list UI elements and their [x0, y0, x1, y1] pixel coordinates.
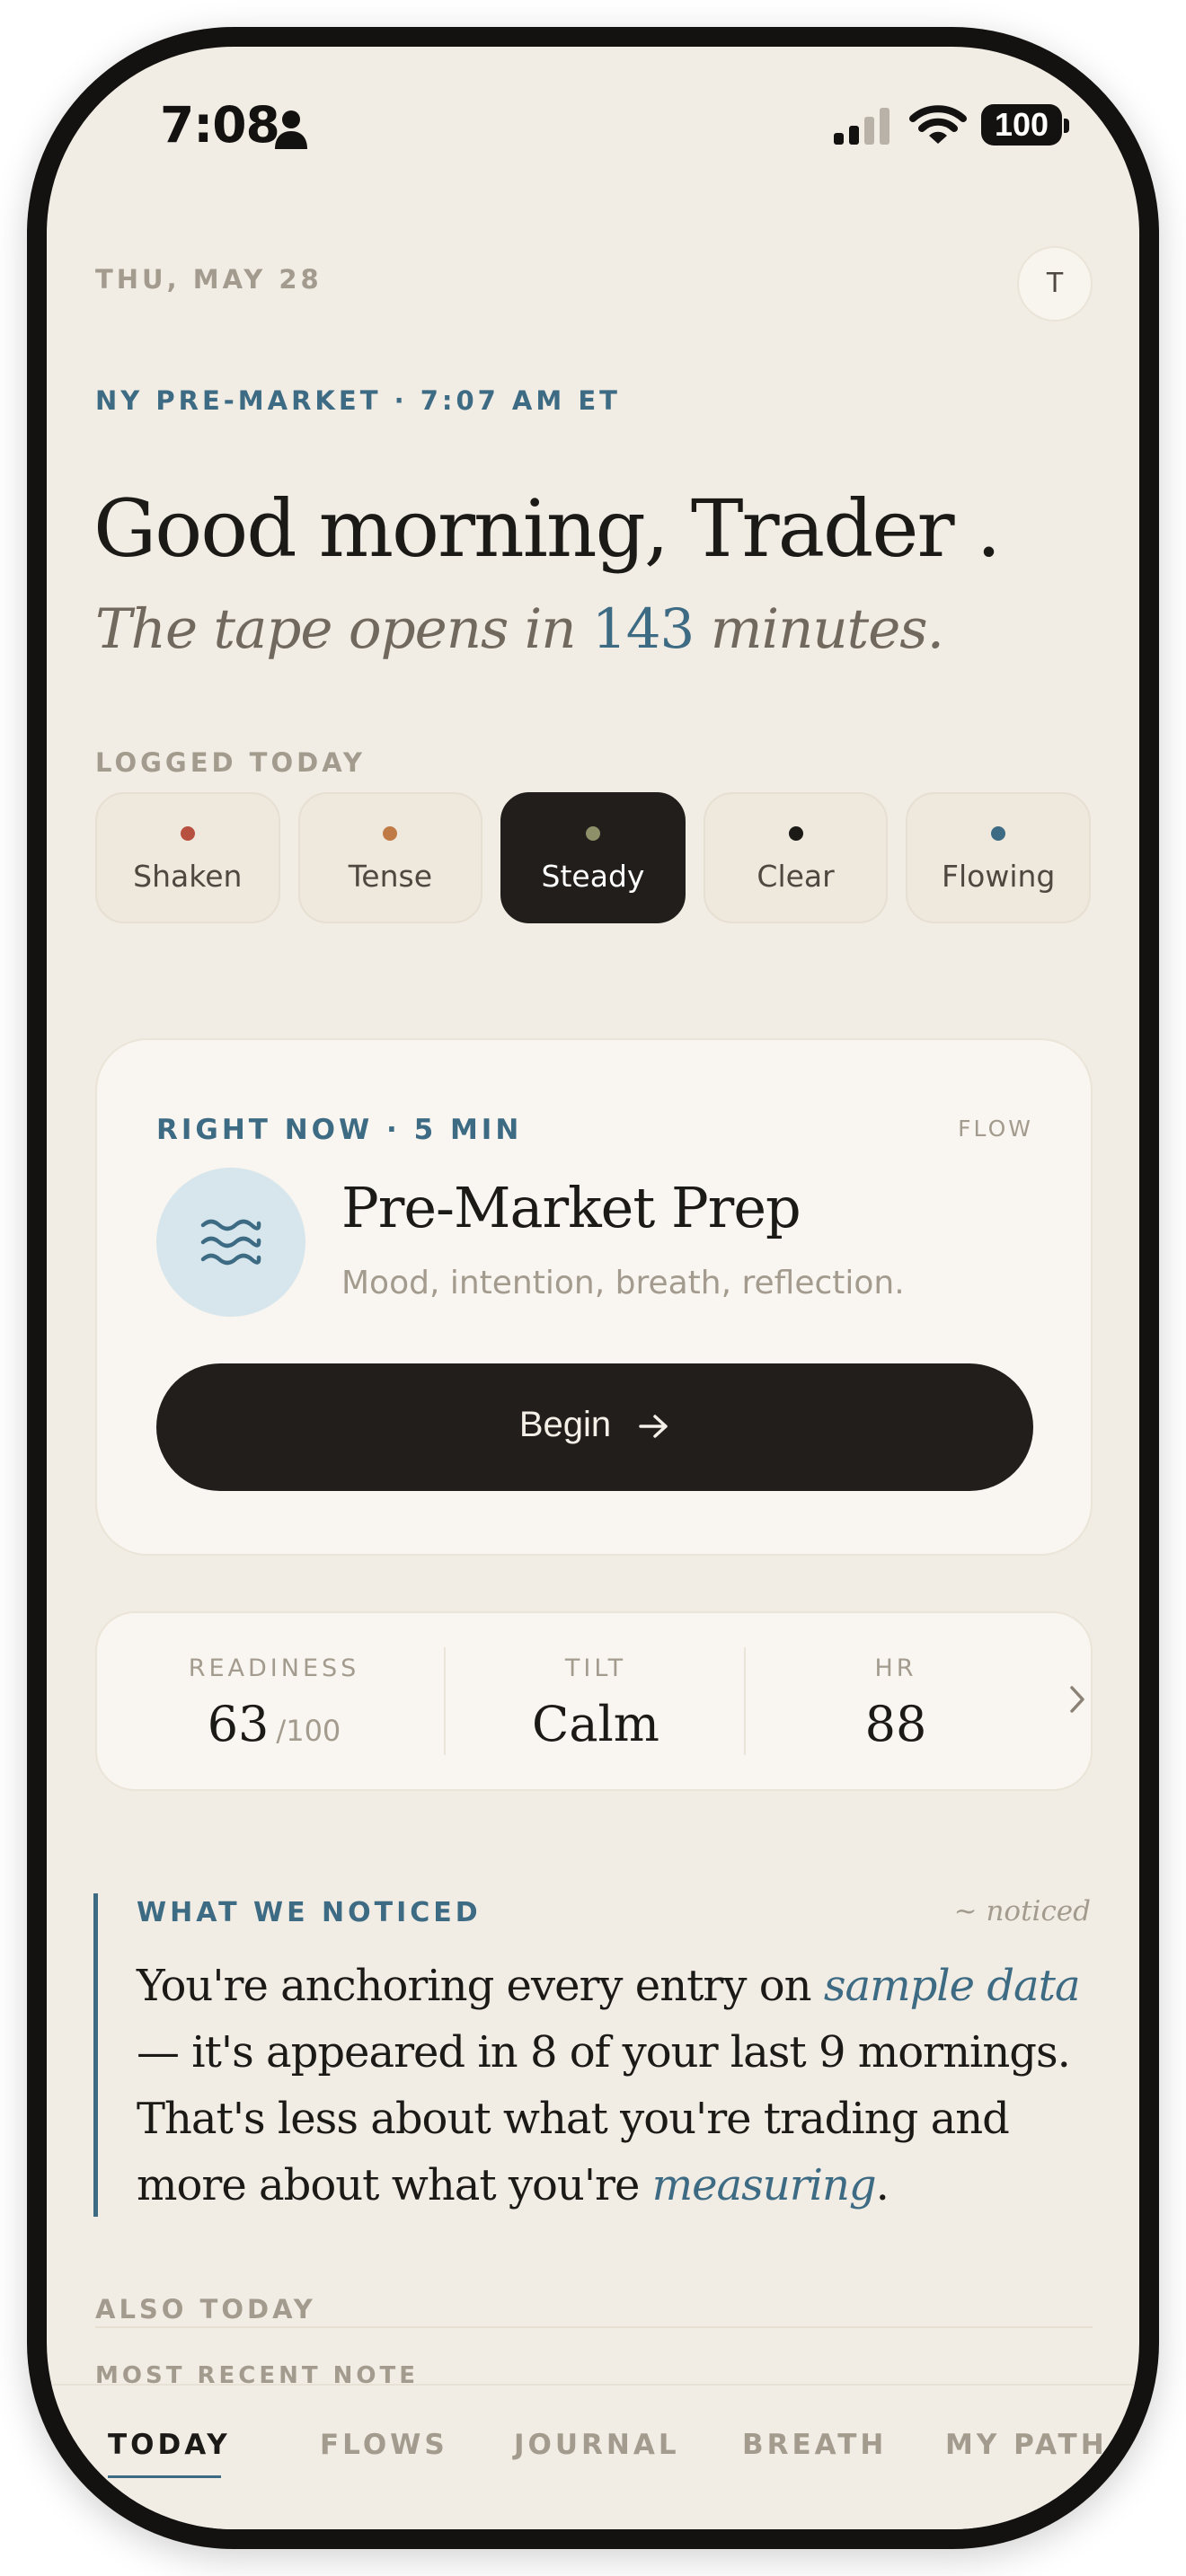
flow-card: RIGHT NOW · 5 MIN FLOW Pre-Market Prep M… [95, 1038, 1093, 1556]
flow-tag: FLOW [958, 1116, 1033, 1142]
tab-bar: TODAY FLOWS JOURNAL BREATH MY PATH [47, 2384, 1139, 2529]
tilt-value: Calm [532, 1696, 659, 1752]
mood-dot [383, 826, 398, 841]
begin-label: Begin [518, 1405, 612, 1444]
market-countdown: The tape opens in 143 minutes. [95, 597, 944, 661]
begin-button[interactable]: Begin [156, 1363, 1033, 1491]
noticed-label: WHAT WE NOTICED [137, 1897, 482, 1928]
greeting-title: Good morning, Trader . [93, 482, 1001, 575]
noticed-text: You're anchoring every entry on sample d… [137, 1953, 1098, 2219]
tab-today[interactable]: TODAY [108, 2429, 231, 2461]
mood-option-steady[interactable]: Steady [500, 792, 686, 923]
avatar[interactable]: T [1017, 246, 1093, 322]
noticed-tag: ~ noticed [953, 1895, 1091, 1928]
mood-dot [788, 826, 803, 841]
tilt-stat: TILT Calm [446, 1613, 746, 1789]
hr-stat: HR 88 [746, 1613, 1046, 1789]
mood-label: Steady [541, 859, 645, 894]
mood-label: Tense [348, 859, 433, 894]
tab-breath[interactable]: BREATH [742, 2429, 887, 2461]
mood-section-label: LOGGED TODAY [95, 747, 366, 778]
mood-option-clear[interactable]: Clear [703, 792, 889, 923]
person-icon [275, 110, 307, 149]
countdown-suffix: minutes. [694, 597, 944, 661]
battery-indicator: 100 [981, 104, 1062, 146]
mood-selector: Shaken Tense Steady Clear Flowing [95, 792, 1091, 923]
mood-dot [585, 826, 600, 841]
noticed-highlight: sample data [823, 1961, 1081, 2011]
chevron-right-icon [1070, 1686, 1084, 1713]
readiness-unit: /100 [276, 1714, 341, 1748]
flow-title: Pre-Market Prep [341, 1175, 801, 1240]
wifi-icon [909, 105, 967, 144]
tab-my-path[interactable]: MY PATH [945, 2429, 1108, 2461]
section-divider [95, 2326, 1093, 2328]
tilt-label: TILT [564, 1654, 627, 1682]
readiness-value-row: 63/100 [124, 1696, 424, 1752]
also-today-label: ALSO TODAY [95, 2294, 316, 2325]
status-time: 7:08 [160, 96, 280, 154]
flow-description: Mood, intention, breath, reflection. [341, 1265, 905, 1301]
mood-label: Flowing [941, 859, 1056, 894]
hr-label: HR [874, 1654, 917, 1682]
mood-option-flowing[interactable]: Flowing [906, 792, 1091, 923]
mood-label: Shaken [133, 859, 243, 894]
battery-nub [1064, 119, 1069, 133]
active-tab-indicator [108, 2475, 221, 2478]
noticed-highlight: measuring [651, 2160, 877, 2210]
app-screen: 7:08 100 THU, MAY 28 T NY PRE-MARKET · 7… [47, 47, 1139, 2529]
cellular-signal-icon [834, 108, 890, 145]
mood-option-tense[interactable]: Tense [297, 792, 483, 923]
mood-dot [991, 826, 1006, 841]
waves-icon [200, 1219, 261, 1266]
hr-value: 88 [864, 1696, 927, 1752]
countdown-prefix: The tape opens in [95, 597, 592, 661]
mood-option-shaken[interactable]: Shaken [95, 792, 280, 923]
tab-journal[interactable]: JOURNAL [514, 2429, 680, 2461]
flow-eyebrow: RIGHT NOW · 5 MIN [156, 1114, 523, 1146]
readiness-value: 63 [207, 1696, 270, 1752]
tab-flows[interactable]: FLOWS [320, 2429, 448, 2461]
noticed-text-part: You're anchoring every entry on [137, 1961, 824, 2011]
date-label: THU, MAY 28 [95, 264, 323, 295]
stats-card[interactable]: READINESS 63/100 TILT Calm HR 88 [95, 1611, 1093, 1791]
readiness-stat: READINESS 63/100 [124, 1613, 424, 1789]
flow-icon-badge [156, 1168, 305, 1317]
session-label: NY PRE-MARKET · 7:07 AM ET [95, 385, 621, 416]
noticed-text-part: . [875, 2160, 890, 2210]
noticed-text-part: — it's appeared in 8 of your last 9 morn… [137, 2027, 1071, 2210]
noticed-accent-bar [93, 1893, 98, 2217]
mood-dot [180, 826, 195, 841]
readiness-label: READINESS [188, 1654, 360, 1682]
phone-frame: 7:08 100 THU, MAY 28 T NY PRE-MARKET · 7… [27, 27, 1159, 2549]
mood-label: Clear [757, 859, 835, 894]
countdown-minutes: 143 [591, 597, 695, 661]
arrow-right-icon [639, 1415, 668, 1439]
